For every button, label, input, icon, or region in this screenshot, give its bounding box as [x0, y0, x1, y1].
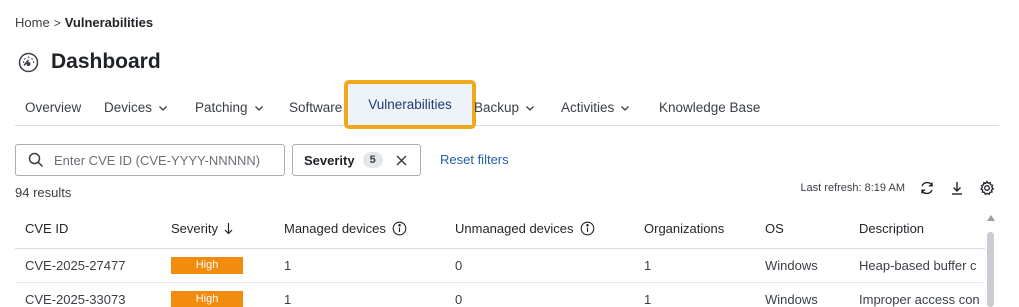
tab-patching[interactable]: Patching — [195, 90, 264, 125]
severity-filter-label: Severity — [304, 152, 355, 168]
tab-label: Knowledge Base — [659, 100, 761, 115]
scrollbar-thumb[interactable] — [987, 232, 994, 307]
cell-description: Improper access con — [849, 282, 985, 307]
column-header-label: Organizations — [644, 221, 725, 237]
column-header-cve-id[interactable]: CVE ID — [15, 210, 161, 249]
cell-os: Windows — [755, 248, 849, 283]
tab-label: Patching — [195, 100, 248, 115]
tab-devices[interactable]: Devices — [104, 90, 168, 125]
chevron-down-icon — [254, 103, 264, 113]
chevron-down-icon — [620, 103, 630, 113]
tab-label: Overview — [25, 100, 82, 115]
tab-vulnerabilities[interactable]: Vulnerabilities — [344, 80, 476, 129]
cell-unmanaged-devices: 0 — [445, 248, 634, 283]
table-toolbar: Last refresh: 8:19 AM — [800, 180, 995, 196]
last-refresh-text: Last refresh: 8:19 AM — [800, 182, 905, 194]
tab-activities[interactable]: Activities — [561, 90, 630, 125]
column-header-label: Managed devices — [284, 221, 386, 237]
info-icon[interactable] — [392, 221, 407, 236]
refresh-icon[interactable] — [919, 180, 935, 196]
dashboard-gauge-icon — [18, 52, 39, 73]
close-icon[interactable] — [396, 154, 407, 166]
tab-backup[interactable]: Backup — [474, 90, 535, 125]
breadcrumb-home-link[interactable]: Home — [15, 15, 50, 30]
tab-knowledge-base[interactable]: Knowledge Base — [659, 90, 760, 125]
table-scrollbar[interactable] — [985, 212, 997, 307]
table-row[interactable]: CVE-2025-27477 High 1 0 1 Windows Heap-b… — [15, 248, 985, 283]
column-header-label: CVE ID — [25, 221, 69, 237]
tab-bar: Overview Devices Patching Software Vulne… — [15, 80, 999, 129]
column-header-managed-devices[interactable]: Managed devices — [274, 210, 445, 249]
tab-label: Vulnerabilities — [368, 97, 452, 112]
tab-overview[interactable]: Overview — [25, 90, 81, 125]
cell-unmanaged-devices: 0 — [445, 282, 634, 307]
cell-os: Windows — [755, 282, 849, 307]
tab-label: Devices — [104, 100, 153, 115]
severity-filter-count: 5 — [362, 152, 383, 168]
severity-badge: High — [171, 291, 243, 307]
settings-gear-icon[interactable] — [979, 180, 995, 196]
table-header-row: CVE ID Severity Managed devices Unmanage… — [15, 210, 985, 249]
cell-managed-devices: 1 — [274, 282, 445, 307]
column-header-os[interactable]: OS — [755, 210, 849, 249]
column-header-severity[interactable]: Severity — [161, 210, 274, 249]
tab-label: Backup — [474, 100, 520, 115]
cve-search-input[interactable] — [54, 152, 269, 168]
breadcrumb-separator: > — [53, 15, 61, 30]
download-icon[interactable] — [949, 180, 965, 196]
column-header-description[interactable]: Description — [849, 210, 985, 249]
column-header-label: Unmanaged devices — [455, 221, 574, 237]
column-header-unmanaged-devices[interactable]: Unmanaged devices — [445, 210, 634, 249]
tab-label: Software — [289, 100, 343, 115]
breadcrumb: Home > Vulnerabilities — [15, 15, 153, 30]
column-header-organizations[interactable]: Organizations — [634, 210, 755, 249]
info-icon[interactable] — [580, 221, 595, 236]
cell-organizations: 1 — [634, 282, 755, 307]
column-header-label: OS — [765, 221, 784, 237]
chevron-down-icon — [158, 103, 168, 113]
severity-badge: High — [171, 257, 243, 274]
cell-severity: High — [161, 248, 274, 283]
breadcrumb-current: Vulnerabilities — [64, 15, 154, 30]
tab-label: Activities — [561, 100, 615, 115]
search-box — [15, 144, 285, 176]
tab-software[interactable]: Software — [289, 90, 342, 125]
chevron-down-icon — [525, 103, 535, 113]
results-count: 94 results — [15, 185, 72, 200]
page-header: Dashboard — [18, 50, 161, 74]
search-icon — [28, 152, 44, 168]
table-row[interactable]: CVE-2025-33073 High 1 0 1 Windows Improp… — [15, 282, 985, 307]
severity-filter-chip[interactable]: Severity 5 — [292, 144, 421, 176]
column-header-label: Description — [859, 221, 925, 237]
vulnerabilities-table: CVE ID Severity Managed devices Unmanage… — [15, 210, 985, 307]
cell-cve-id: CVE-2025-27477 — [15, 248, 161, 283]
scroll-up-arrow-icon[interactable] — [987, 215, 995, 221]
cell-severity: High — [161, 282, 274, 307]
cell-description: Heap-based buffer c — [849, 248, 985, 283]
cell-managed-devices: 1 — [274, 248, 445, 283]
column-header-label: Severity — [171, 221, 218, 237]
cell-organizations: 1 — [634, 248, 755, 283]
page-title: Dashboard — [51, 50, 161, 73]
cell-cve-id: CVE-2025-33073 — [15, 282, 161, 307]
reset-filters-link[interactable]: Reset filters — [440, 152, 509, 167]
sort-descending-icon[interactable] — [224, 222, 233, 235]
